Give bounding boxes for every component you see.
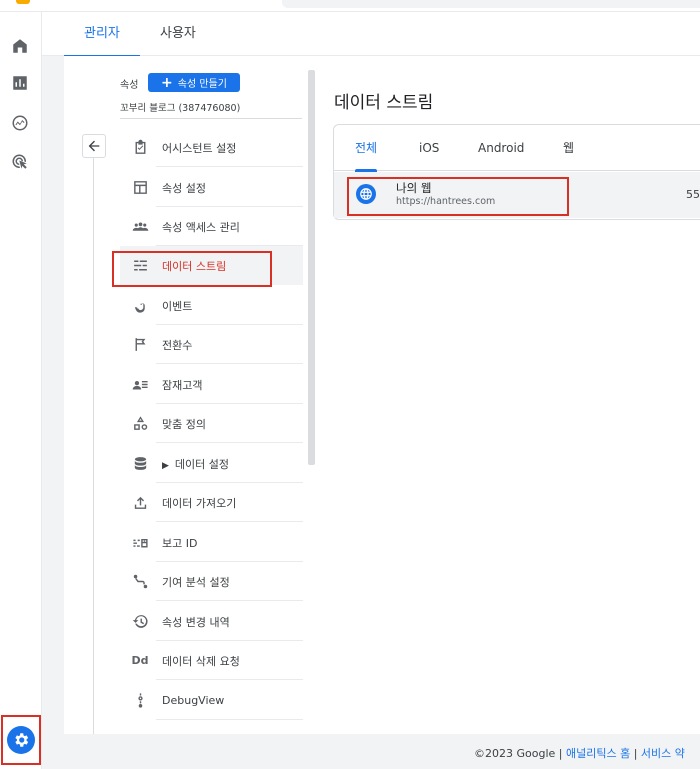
advertising-button[interactable] bbox=[6, 148, 34, 176]
checklist-icon bbox=[128, 138, 152, 158]
copyright: ©2023 Google bbox=[474, 747, 556, 760]
explore-button[interactable] bbox=[6, 109, 34, 137]
nav-property-settings[interactable]: 속성 설정 bbox=[120, 168, 303, 207]
nav-data-streams[interactable]: 데이터 스트림 bbox=[120, 246, 303, 285]
nav-data-settings[interactable]: ▶ 데이터 설정 bbox=[120, 444, 303, 483]
top-app-bar bbox=[0, 0, 700, 12]
arrow-left-icon bbox=[88, 140, 100, 152]
nav-reporting-id[interactable]: 보고 ID bbox=[120, 523, 303, 562]
nav-data-deletion[interactable]: Dd 데이터 삭제 요청 bbox=[120, 641, 303, 680]
nav-audiences[interactable]: 잠재고객 bbox=[120, 365, 303, 404]
nav-events[interactable]: 이벤트 bbox=[120, 286, 303, 325]
search-bar[interactable] bbox=[282, 0, 700, 8]
settings-circle bbox=[7, 726, 35, 754]
terms-link[interactable]: 서비스 약 bbox=[641, 747, 685, 760]
streams-panel: 전체 iOS Android 웹 나의 웹 https://hantrees.c… bbox=[333, 124, 700, 220]
home-button[interactable] bbox=[6, 32, 34, 60]
back-button[interactable] bbox=[82, 134, 106, 158]
nav-conversions[interactable]: 전환수 bbox=[120, 325, 303, 364]
create-property-button[interactable]: + 속성 만들기 bbox=[148, 73, 240, 92]
dd-icon: Dd bbox=[131, 654, 149, 667]
stream-row[interactable]: 나의 웹 https://hantrees.com 55 bbox=[334, 172, 700, 218]
nav-change-history[interactable]: 속성 변경 내역 bbox=[120, 602, 303, 641]
report-id-icon bbox=[128, 533, 152, 553]
column-divider bbox=[93, 158, 94, 734]
plus-icon: + bbox=[161, 74, 173, 91]
nav-label: 어시스턴트 설정 bbox=[162, 141, 237, 155]
nav-label: 맞춤 정의 bbox=[162, 417, 206, 431]
streams-icon bbox=[128, 256, 152, 276]
nav-label: 속성 액세스 관리 bbox=[162, 220, 240, 234]
nav-label: 보고 ID bbox=[162, 536, 198, 550]
upload-icon bbox=[128, 493, 152, 513]
property-selector[interactable]: 꼬부리 블로그 (387476080) bbox=[120, 100, 240, 114]
nav-attribution-settings[interactable]: 기여 분석 설정 bbox=[120, 562, 303, 601]
shapes-icon bbox=[128, 414, 152, 434]
tab-web[interactable]: 웹 bbox=[563, 125, 574, 171]
stream-name: 나의 웹 bbox=[396, 181, 432, 195]
left-rail bbox=[0, 12, 42, 769]
nav-assistant-settings[interactable]: 어시스턴트 설정 bbox=[120, 128, 303, 167]
nav-label: 속성 변경 내역 bbox=[162, 615, 230, 629]
gear-icon bbox=[15, 733, 29, 747]
tab-admin[interactable]: 관리자 bbox=[64, 12, 140, 57]
stream-tabs: 전체 iOS Android 웹 bbox=[334, 125, 700, 172]
nav-label: ▶ 데이터 설정 bbox=[162, 457, 230, 471]
attribution-icon bbox=[128, 572, 152, 592]
globe-icon bbox=[356, 184, 376, 204]
tab-all[interactable]: 전체 bbox=[355, 125, 378, 172]
nav-label: 전환수 bbox=[162, 338, 193, 352]
history-icon bbox=[128, 612, 152, 632]
page-title: 데이터 스트림 bbox=[334, 93, 434, 113]
audience-icon bbox=[128, 375, 152, 395]
admin-tab-bar: 관리자 사용자 bbox=[42, 12, 700, 57]
flag-icon bbox=[128, 335, 152, 355]
nav-label: 데이터 스트림 bbox=[162, 259, 227, 273]
caret-right-icon: ▶ bbox=[162, 460, 169, 471]
nav-label: 기여 분석 설정 bbox=[162, 575, 230, 589]
stream-url: https://hantrees.com bbox=[396, 196, 496, 207]
advertising-icon bbox=[12, 154, 27, 169]
nav-label: 데이터 삭제 요청 bbox=[162, 654, 240, 668]
database-icon bbox=[128, 454, 152, 474]
nav-label: 속성 설정 bbox=[162, 181, 206, 195]
tab-user[interactable]: 사용자 bbox=[160, 12, 196, 56]
divider bbox=[120, 118, 302, 119]
reports-icon bbox=[13, 76, 27, 90]
debug-icon bbox=[128, 691, 152, 711]
home-icon bbox=[13, 39, 27, 53]
touch-icon bbox=[128, 296, 152, 316]
nav-label: 데이터 가져오기 bbox=[162, 496, 237, 510]
tab-ios[interactable]: iOS bbox=[419, 125, 439, 171]
analytics-home-link[interactable]: 애널리틱스 홈 bbox=[566, 747, 630, 760]
analytics-logo bbox=[16, 0, 30, 4]
explore-icon bbox=[12, 115, 28, 131]
footer: ©2023 Google | 애널리틱스 홈 | 서비스 약 bbox=[474, 747, 685, 760]
admin-settings-button[interactable] bbox=[1, 715, 41, 765]
stream-id: 55 bbox=[686, 188, 700, 201]
people-icon bbox=[128, 217, 152, 237]
nav-scrollbar[interactable] bbox=[308, 70, 315, 465]
nav-debugview[interactable]: DebugView bbox=[120, 681, 303, 720]
nav-property-access[interactable]: 속성 액세스 관리 bbox=[120, 207, 303, 246]
nav-label: 잠재고객 bbox=[162, 378, 203, 392]
nav-label: 이벤트 bbox=[162, 299, 193, 313]
nav-label: DebugView bbox=[162, 694, 225, 707]
create-property-label: 속성 만들기 bbox=[177, 79, 227, 90]
tab-android[interactable]: Android bbox=[478, 125, 524, 171]
property-label: 속성 bbox=[120, 80, 139, 91]
window-icon bbox=[128, 178, 152, 198]
reports-button[interactable] bbox=[6, 69, 34, 97]
nav-custom-definitions[interactable]: 맞춤 정의 bbox=[120, 404, 303, 443]
nav-data-import[interactable]: 데이터 가져오기 bbox=[120, 483, 303, 522]
